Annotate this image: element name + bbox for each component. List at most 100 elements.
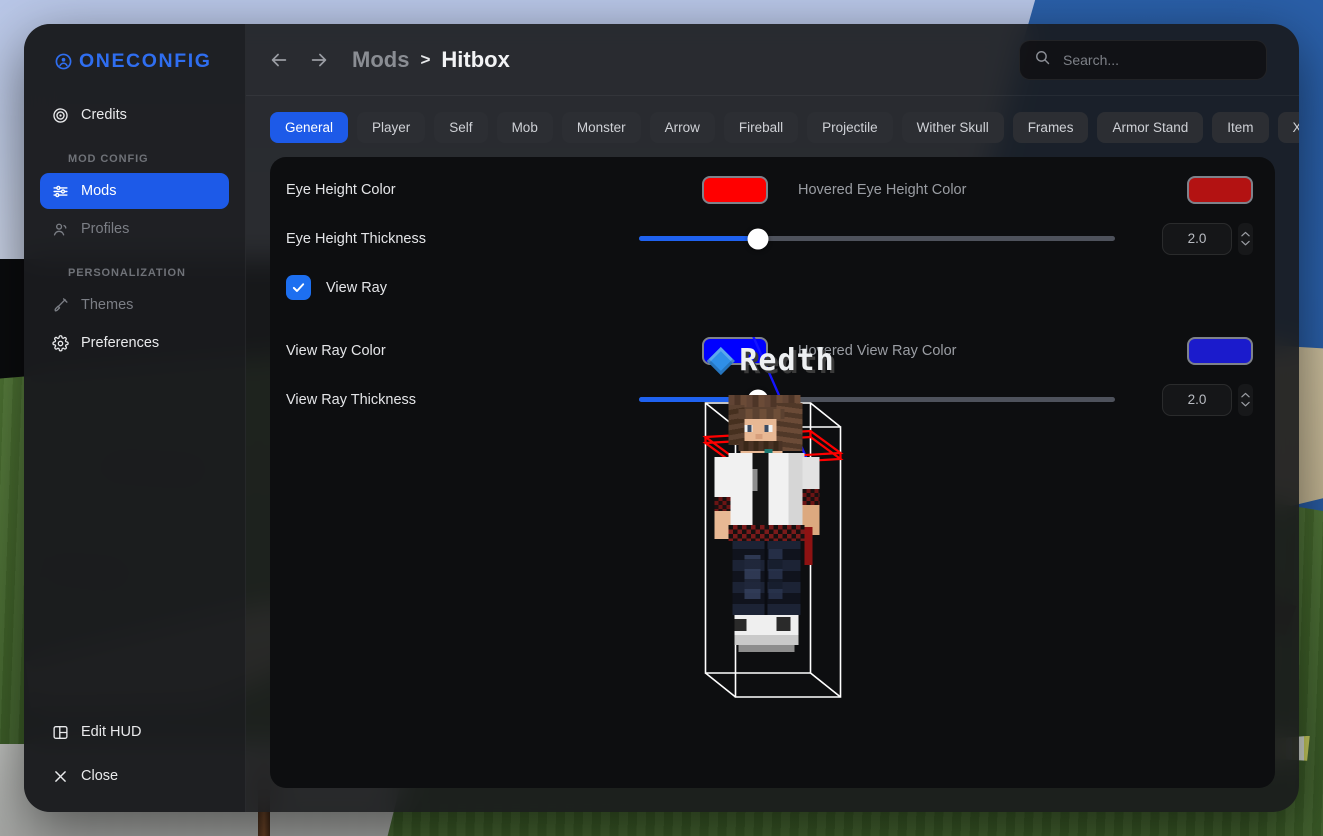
check-icon (292, 283, 305, 292)
skin-shoe-dark-right (776, 617, 790, 631)
slider-track[interactable] (639, 228, 1115, 249)
sliders-icon (52, 183, 69, 200)
sidebar-item-label: Credits (81, 107, 127, 123)
tab-monster[interactable]: Monster (561, 112, 641, 143)
slider-thumb[interactable] (747, 228, 769, 249)
eye-height-thickness-stepper[interactable]: 2.0 (1162, 222, 1253, 255)
sidebar-item-themes[interactable]: Themes (40, 287, 229, 323)
breadcrumb-current: Hitbox (441, 46, 510, 72)
tab-label: Self (449, 120, 473, 135)
main-area: Mods > Hitbox General Player Self Mob (246, 24, 1299, 812)
tab-general[interactable]: General (270, 112, 349, 143)
sidebar-item-label: Edit HUD (81, 724, 142, 740)
slider-fill (639, 236, 758, 241)
tab-armor-stand[interactable]: Armor Stand (1097, 112, 1204, 143)
player-model (700, 385, 845, 700)
diamond-icon (706, 346, 735, 375)
skin-nose (755, 434, 762, 439)
sidebar-item-label: Profiles (81, 221, 130, 237)
search-input[interactable] (1063, 51, 1252, 68)
view-ray-checkbox[interactable] (286, 275, 311, 300)
tab-item[interactable]: Item (1212, 112, 1269, 143)
chevron-right-icon: > (420, 49, 431, 69)
eye-height-thickness-slider[interactable] (639, 228, 1115, 249)
oneconfig-window: ONECONFIG Credits MOD CONFIG Mods Profil… (24, 24, 1299, 812)
tab-label: Monster (576, 120, 626, 135)
tab-player[interactable]: Player (357, 112, 426, 143)
tab-label: Frames (1027, 120, 1074, 135)
sidebar: ONECONFIG Credits MOD CONFIG Mods Profil… (24, 24, 246, 812)
nav-arrows (268, 49, 330, 71)
close-icon (52, 768, 69, 785)
skin-shoe-sole (734, 635, 798, 645)
tab-label: Projectile (822, 120, 878, 135)
tab-label: Armor Stand (1112, 120, 1189, 135)
tab-label: Mob (511, 120, 538, 135)
sidebar-group-label-personalization: PERSONALIZATION (68, 267, 186, 279)
hovered-eye-height-color-label: Hovered Eye Height Color (798, 181, 967, 198)
eye-height-color-swatch[interactable] (702, 175, 768, 204)
tab-arrow[interactable]: Arrow (649, 112, 715, 143)
sidebar-item-preferences[interactable]: Preferences (40, 325, 229, 361)
view-ray-toggle[interactable]: View Ray (286, 275, 387, 300)
row-view-ray: View Ray (270, 263, 1275, 312)
tab-projectile[interactable]: Projectile (807, 112, 893, 143)
arrow-left-icon[interactable] (268, 49, 290, 71)
oneconfig-logo-icon (55, 53, 72, 70)
sidebar-item-profiles[interactable]: Profiles (40, 211, 229, 247)
hovered-eye-height-color-swatch[interactable] (1187, 175, 1253, 204)
skin-arm-left-cuff (714, 497, 730, 511)
player-nametag: Redth (706, 343, 835, 378)
tab-xp[interactable]: XP (1277, 112, 1299, 143)
skin-shoe-shadow (738, 645, 794, 652)
tab-label: Fireball (738, 120, 784, 135)
sidebar-item-edit-hud[interactable]: Edit HUD (40, 714, 229, 750)
eye-height-thickness-input[interactable]: 2.0 (1162, 222, 1232, 255)
row-eye-height-color: Eye Height Color Hovered Eye Height Colo… (270, 165, 1275, 214)
skin-legs-highlight-2 (768, 549, 782, 599)
tab-self[interactable]: Self (434, 112, 488, 143)
sidebar-item-close[interactable]: Close (40, 758, 229, 794)
arrow-right-icon[interactable] (308, 49, 330, 71)
chevron-up-icon (1241, 231, 1250, 237)
skin-legs-highlight (744, 555, 760, 599)
tab-wither-skull[interactable]: Wither Skull (901, 112, 1004, 143)
skin-eye-right-pupil (764, 425, 768, 432)
player-skin (714, 395, 826, 691)
breadcrumb-parent[interactable]: Mods (352, 47, 409, 73)
category-tabs: General Player Self Mob Monster Arrow Fi… (246, 96, 1299, 157)
gear-icon (52, 334, 69, 352)
brand: ONECONFIG (24, 24, 245, 97)
skin-hair-fringe (738, 409, 784, 419)
tab-mob[interactable]: Mob (496, 112, 553, 143)
settings-card: Eye Height Color Hovered Eye Height Colo… (270, 157, 1275, 788)
sidebar-item-label: Mods (81, 183, 117, 199)
stepper-arrows[interactable] (1238, 222, 1253, 255)
skin-beard (738, 441, 782, 451)
eye-height-thickness-label: Eye Height Thickness (286, 230, 426, 247)
skin-inner-shirt-light (752, 469, 757, 491)
sidebar-item-label: Themes (81, 297, 134, 313)
skin-side-red (804, 527, 812, 565)
hitbox-preview: Redth (270, 337, 1275, 788)
tab-frames[interactable]: Frames (1012, 112, 1089, 143)
skin-arm-right-cuff (802, 489, 819, 505)
search-icon (1034, 49, 1051, 71)
sidebar-item-mods[interactable]: Mods (40, 173, 229, 209)
tab-fireball[interactable]: Fireball (723, 112, 799, 143)
eye-height-color-label: Eye Height Color (286, 181, 396, 198)
nametag-text: Redth (739, 343, 835, 378)
sidebar-item-credits[interactable]: Credits (40, 97, 229, 133)
sidebar-group-label-mod-config: MOD CONFIG (68, 153, 149, 165)
skin-eye-left-pupil (747, 425, 751, 432)
tab-label: General (285, 120, 334, 135)
sidebar-bottom: Edit HUD Close (24, 714, 245, 796)
skin-leg-split (764, 541, 767, 615)
layout-icon (52, 724, 69, 741)
row-eye-height-thickness: Eye Height Thickness 2.0 (270, 214, 1275, 263)
tab-label: Wither Skull (916, 120, 989, 135)
sidebar-item-label: Preferences (81, 335, 160, 351)
search-box[interactable] (1019, 39, 1267, 80)
profiles-icon (52, 221, 69, 238)
